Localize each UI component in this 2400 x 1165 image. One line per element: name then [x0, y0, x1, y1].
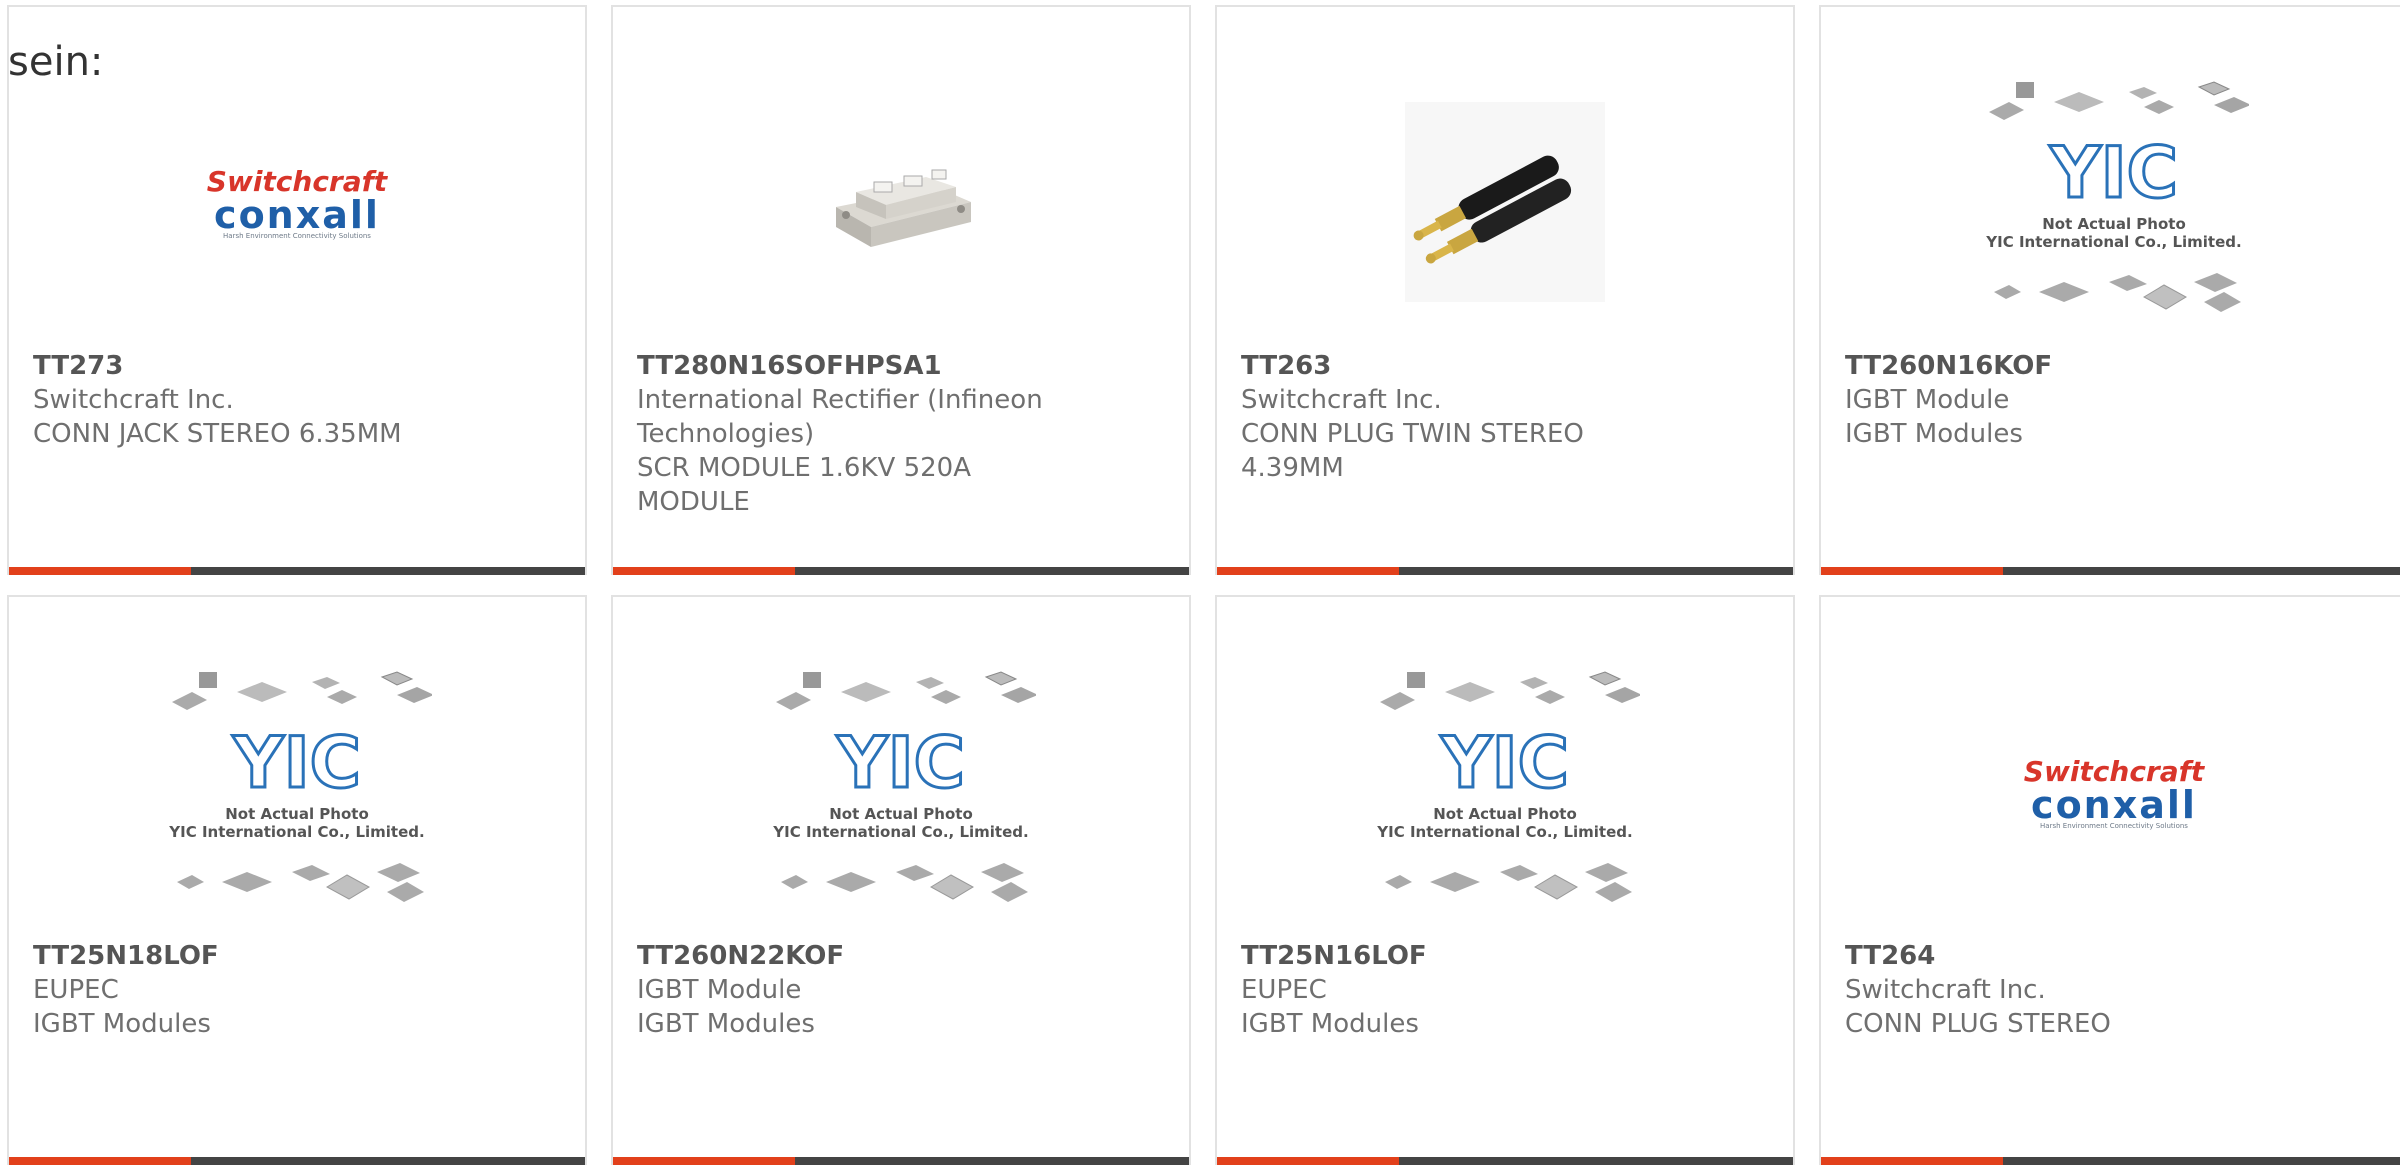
manufacturer: IGBT Module: [637, 975, 802, 1005]
description: 4.39MM: [1241, 453, 1344, 483]
product-image-switchcraft-logo[interactable]: Switchcraft conxall Harsh Environment Co…: [9, 67, 585, 337]
description: IGBT Modules: [33, 1009, 211, 1039]
part-number-link[interactable]: TT260N16KOF: [1845, 349, 2383, 383]
twin-plug-photo: [1405, 102, 1605, 302]
description: CONN PLUG TWIN STEREO: [1241, 419, 1584, 449]
yic-placeholder-image: YIC Not Actual Photo YIC International C…: [1985, 81, 2249, 312]
part-number-link[interactable]: TT264: [1845, 939, 2383, 973]
part-number-link[interactable]: TT25N18LOF: [33, 939, 561, 973]
manufacturer: International Rectifier (Infineon: [637, 385, 1043, 415]
switchcraft-logo: Switchcraft conxall Harsh Environment Co…: [2023, 754, 2205, 830]
product-card[interactable]: Switchcraft conxall Harsh Environment Co…: [7, 5, 587, 575]
intro-text: sein:: [8, 39, 104, 85]
svg-text:YIC: YIC: [232, 722, 361, 804]
svg-text:YIC International Co., Limited: YIC International Co., Limited.: [1376, 823, 1632, 841]
manufacturer: Technologies): [637, 419, 815, 449]
description: CONN PLUG STEREO: [1845, 1009, 2111, 1039]
yic-placeholder-image: YIC Not Actual Photo YIC International C…: [168, 671, 432, 902]
description: MODULE: [637, 487, 750, 517]
svg-text:Not Actual Photo: Not Actual Photo: [2042, 215, 2186, 233]
description: CONN JACK STEREO 6.35MM: [33, 419, 402, 449]
product-image-placeholder[interactable]: YIC Not Actual Photo YIC International C…: [613, 657, 1189, 927]
product-card[interactable]: TT263 Switchcraft Inc. CONN PLUG TWIN ST…: [1215, 5, 1795, 575]
svg-text:YIC: YIC: [836, 722, 965, 804]
svg-text:YIC International Co., Limited: YIC International Co., Limited.: [772, 823, 1028, 841]
manufacturer: EUPEC: [1241, 975, 1327, 1005]
description: IGBT Modules: [1241, 1009, 1419, 1039]
part-number-link[interactable]: TT25N16LOF: [1241, 939, 1769, 973]
product-image-placeholder[interactable]: YIC Not Actual Photo YIC International C…: [1217, 657, 1793, 927]
product-image-switchcraft-logo[interactable]: Switchcraft conxall Harsh Environment Co…: [1821, 657, 2400, 927]
yic-placeholder-image: YIC Not Actual Photo YIC International C…: [772, 671, 1036, 902]
card-bottom-bar: [613, 567, 1189, 575]
yic-placeholder-image: YIC Not Actual Photo YIC International C…: [1376, 671, 1640, 902]
product-card[interactable]: YIC Not Actual Photo YIC International C…: [1819, 5, 2400, 575]
scr-module-photo: [836, 169, 971, 247]
description: IGBT Modules: [637, 1009, 815, 1039]
product-image-twin-plug[interactable]: [1217, 67, 1793, 337]
svg-text:YIC International Co., Limited: YIC International Co., Limited.: [168, 823, 424, 841]
card-bottom-bar: [1821, 567, 2400, 575]
manufacturer: IGBT Module: [1845, 385, 2010, 415]
card-bottom-bar: [1217, 1157, 1793, 1165]
manufacturer: Switchcraft Inc.: [33, 385, 234, 415]
card-bottom-bar: [1217, 567, 1793, 575]
product-card[interactable]: YIC Not Actual Photo YIC International C…: [7, 595, 587, 1165]
svg-text:YIC: YIC: [1440, 722, 1569, 804]
manufacturer: Switchcraft Inc.: [1241, 385, 1442, 415]
product-card[interactable]: TT280N16SOFHPSA1 International Rectifier…: [611, 5, 1191, 575]
card-bottom-bar: [9, 1157, 585, 1165]
part-number-link[interactable]: TT273: [33, 349, 561, 383]
product-card[interactable]: Switchcraft conxall Harsh Environment Co…: [1819, 595, 2400, 1165]
product-image-scr-module[interactable]: [613, 67, 1189, 337]
part-number-link[interactable]: TT280N16SOFHPSA1: [637, 349, 1165, 383]
svg-text:Not Actual Photo: Not Actual Photo: [1433, 805, 1577, 823]
card-bottom-bar: [1821, 1157, 2400, 1165]
part-number-link[interactable]: TT260N22KOF: [637, 939, 1165, 973]
manufacturer: Switchcraft Inc.: [1845, 975, 2046, 1005]
card-bottom-bar: [9, 567, 585, 575]
card-bottom-bar: [613, 1157, 1189, 1165]
description: IGBT Modules: [1845, 419, 2023, 449]
product-image-placeholder[interactable]: YIC Not Actual Photo YIC International C…: [1821, 67, 2400, 337]
manufacturer: EUPEC: [33, 975, 119, 1005]
part-number-link[interactable]: TT263: [1241, 349, 1769, 383]
switchcraft-logo: Switchcraft conxall Harsh Environment Co…: [206, 164, 388, 240]
svg-text:Not Actual Photo: Not Actual Photo: [225, 805, 369, 823]
svg-text:YIC: YIC: [2049, 132, 2178, 214]
description: SCR MODULE 1.6KV 520A: [637, 453, 971, 483]
svg-text:Not Actual Photo: Not Actual Photo: [829, 805, 973, 823]
svg-text:YIC International Co., Limited: YIC International Co., Limited.: [1985, 233, 2241, 251]
product-image-placeholder[interactable]: YIC Not Actual Photo YIC International C…: [9, 657, 585, 927]
product-card[interactable]: YIC Not Actual Photo YIC International C…: [611, 595, 1191, 1165]
product-card[interactable]: YIC Not Actual Photo YIC International C…: [1215, 595, 1795, 1165]
